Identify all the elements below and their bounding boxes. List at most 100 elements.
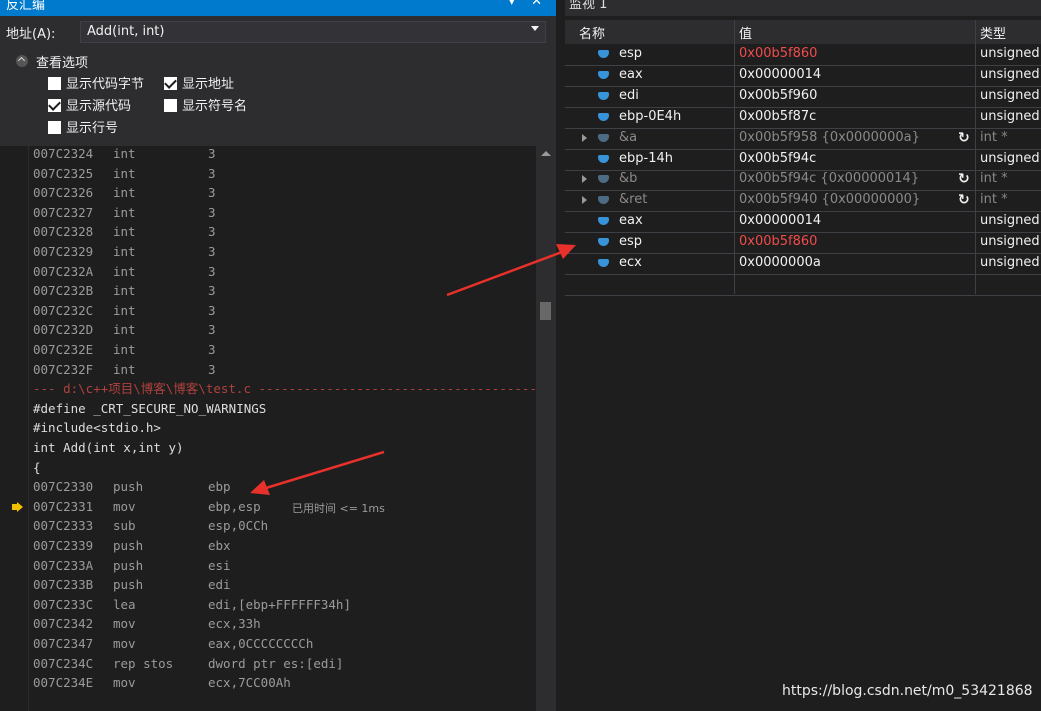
instruction-opcode: int (113, 322, 136, 338)
code-line[interactable]: 007C232F int 3 (33, 360, 216, 380)
code-line[interactable]: 007C232A int 3 (33, 262, 216, 282)
watch-value[interactable]: 0x0000000a (739, 253, 821, 273)
refresh-icon[interactable]: ↻ (958, 128, 970, 148)
watch-value[interactable]: 0x00b5f860 (739, 44, 817, 64)
checkbox-address[interactable]: 显示地址 (164, 76, 234, 94)
code-line[interactable]: 007C232E int 3 (33, 340, 216, 360)
checkbox-unchecked-icon[interactable] (164, 99, 177, 112)
code-line[interactable]: 007C2330 push ebp (33, 477, 231, 497)
instruction-operands: 3 (208, 204, 216, 220)
code-line[interactable]: 007C2328 int 3 (33, 222, 216, 242)
checkbox-label: 显示代码字节 (66, 77, 145, 92)
code-line[interactable]: 007C234E mov ecx,7CC00Ah (33, 673, 291, 693)
code-line[interactable]: 007C233B push edi (33, 575, 231, 595)
code-line[interactable]: 007C2329 int 3 (33, 242, 216, 262)
checkbox-unchecked-icon[interactable] (48, 121, 61, 134)
checkbox-source-code[interactable]: 显示源代码 (48, 98, 131, 116)
watch-name[interactable]: eax (619, 211, 643, 231)
disassembly-title-bar[interactable]: 反汇编 ▾ ✕ (0, 0, 556, 16)
watch-row[interactable]: esp 0x00b5f860 unsigned (565, 44, 1041, 66)
watch-name[interactable]: esp (619, 232, 642, 252)
column-header-value[interactable]: 值 (739, 23, 752, 42)
watch-name[interactable]: &a (619, 128, 637, 148)
watch-value[interactable]: 0x00b5f940 {0x00000000} (739, 190, 920, 210)
chevron-down-icon[interactable] (531, 26, 539, 31)
refresh-icon[interactable]: ↻ (958, 190, 970, 210)
watch-name[interactable]: esp (619, 44, 642, 64)
code-line[interactable]: 007C234C rep stos dword ptr es:[edi] (33, 654, 343, 674)
scrollbar-thumb[interactable] (540, 302, 551, 320)
watch-row[interactable]: eax 0x00000014 unsigned (565, 211, 1041, 234)
instruction-operands: esp,0CCh (208, 518, 269, 534)
watch-value[interactable]: 0x00b5f960 (739, 86, 817, 106)
source-line[interactable]: int Add(int x,int y) (33, 438, 184, 458)
code-line[interactable]: 007C233C lea edi,[ebp+FFFFFF34h] (33, 595, 351, 615)
code-line[interactable]: 007C2327 int 3 (33, 203, 216, 223)
checkbox-code-bytes[interactable]: 显示代码字节 (48, 76, 144, 94)
watch-name[interactable]: &ret (619, 190, 647, 210)
checkbox-line-numbers[interactable]: 显示行号 (48, 120, 118, 138)
watch-row[interactable]: &ret 0x00b5f940 {0x00000000} ↻ int * (565, 190, 1041, 213)
watch-name[interactable]: ecx (619, 253, 642, 273)
watch-value[interactable]: 0x00000014 (739, 211, 821, 231)
code-line[interactable]: 007C232D int 3 (33, 320, 216, 340)
code-line[interactable]: 007C2333 sub esp,0CCh (33, 516, 268, 536)
watch-name[interactable]: eax (619, 65, 643, 85)
watch-name[interactable]: ebp-0E4h (619, 107, 681, 127)
code-line[interactable]: 007C2347 mov eax,0CCCCCCCCh (33, 634, 313, 654)
code-line[interactable]: 007C2325 int 3 (33, 164, 216, 184)
code-line[interactable]: 007C232B int 3 (33, 281, 216, 301)
code-line[interactable]: 007C2324 int 3 (33, 146, 216, 164)
collapse-icon[interactable] (16, 55, 28, 67)
watch-value[interactable]: 0x00b5f87c (739, 107, 816, 127)
instruction-opcode: push (113, 577, 144, 593)
checkbox-label: 显示地址 (182, 77, 235, 92)
watch-value[interactable]: 0x00b5f94c {0x00000014} (739, 169, 919, 189)
column-header-name[interactable]: 名称 (579, 23, 605, 42)
instruction-operands: 3 (208, 322, 216, 338)
watch-row[interactable]: ecx 0x0000000a unsigned (565, 253, 1041, 275)
checkbox-checked-icon[interactable] (48, 99, 61, 112)
expand-arrow-icon[interactable] (582, 196, 587, 205)
watch-row[interactable]: edi 0x00b5f960 unsigned (565, 86, 1041, 108)
watch-row[interactable]: esp 0x00b5f860 unsigned (565, 232, 1041, 255)
source-line[interactable]: { (33, 458, 41, 478)
watch-row[interactable]: ebp-0E4h 0x00b5f87c unsigned (565, 107, 1041, 129)
checkbox-unchecked-icon[interactable] (48, 77, 61, 90)
code-line[interactable]: 007C2331 mov ebp,esp (33, 497, 261, 517)
watch-title-bar[interactable]: 监视 1 (565, 0, 1041, 16)
watch-row[interactable]: &a 0x00b5f958 {0x0000000a} ↻ int * (565, 128, 1041, 150)
watch-row[interactable]: eax 0x00000014 unsigned (565, 65, 1041, 87)
code-line[interactable]: 007C2342 mov ecx,33h (33, 614, 261, 634)
column-header-type[interactable]: 类型 (980, 23, 1006, 42)
refresh-icon[interactable]: ↻ (958, 169, 970, 189)
expand-arrow-icon[interactable] (582, 133, 587, 142)
expand-arrow-icon[interactable] (582, 175, 587, 184)
code-line[interactable]: 007C2339 push ebx (33, 536, 231, 556)
watch-row[interactable]: ebp-14h 0x00b5f94c unsigned (565, 149, 1041, 171)
disassembly-code-view[interactable]: 007C2324 int 3 007C2325 int 3 007C2326 int 3 007C… (0, 146, 536, 711)
scroll-up-icon[interactable] (541, 151, 551, 156)
address-combobox[interactable]: Add(int, int) (80, 21, 546, 43)
watch-row-empty[interactable] (565, 274, 1041, 296)
watch-value[interactable]: 0x00b5f94c (739, 149, 816, 169)
watch-value[interactable]: 0x00b5f958 {0x0000000a} (739, 128, 920, 148)
watch-value[interactable]: 0x00b5f860 (739, 232, 817, 252)
watch-name[interactable]: ebp-14h (619, 149, 673, 169)
gutter[interactable] (0, 146, 29, 711)
vertical-scrollbar[interactable] (536, 146, 556, 711)
source-line[interactable]: #define _CRT_SECURE_NO_WARNINGS (33, 399, 266, 419)
checkbox-checked-icon[interactable] (164, 77, 177, 90)
code-line[interactable]: 007C232C int 3 (33, 301, 216, 321)
code-line[interactable]: 007C233A push esi (33, 556, 231, 576)
source-line[interactable]: #include<stdio.h> (33, 418, 161, 438)
checkbox-symbol-names[interactable]: 显示符号名 (164, 98, 247, 116)
watch-name[interactable]: &b (619, 169, 637, 189)
watch-type: int * (980, 171, 1008, 187)
code-line[interactable]: 007C2326 int 3 (33, 183, 216, 203)
watch-name[interactable]: edi (619, 86, 639, 106)
window-buttons[interactable]: ▾ ✕ (508, 0, 548, 9)
watch-value[interactable]: 0x00000014 (739, 65, 821, 85)
watch-type: int * (980, 192, 1008, 208)
watch-row[interactable]: &b 0x00b5f94c {0x00000014} ↻ int * (565, 169, 1041, 192)
